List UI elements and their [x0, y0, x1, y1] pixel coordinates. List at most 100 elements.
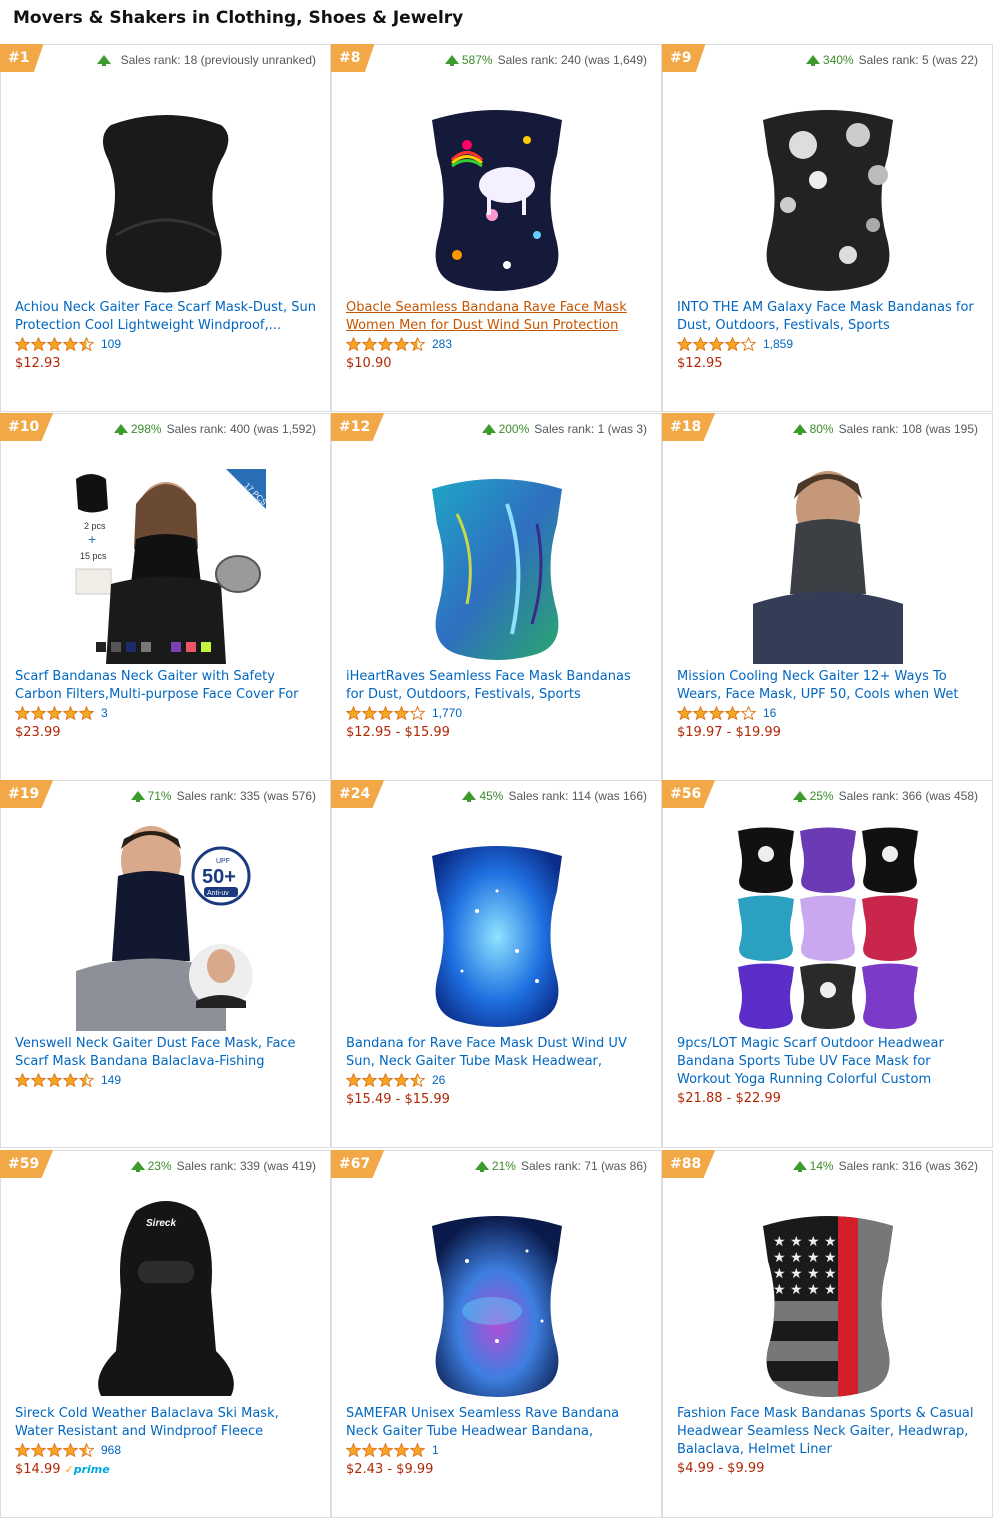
product-title-link[interactable]: 9pcs/LOT Magic Scarf Outdoor Headwear Ba… [677, 1035, 978, 1089]
star-icon [394, 706, 409, 720]
product-title-link[interactable]: Mission Cooling Neck Gaiter 12+ Ways To … [677, 668, 978, 704]
product-card[interactable]: #8 587% Sales rank: 240 (was 1,649) Obacle… [331, 44, 662, 412]
star-icon [47, 337, 62, 351]
product-title-link[interactable]: Achiou Neck Gaiter Face Scarf Mask-Dust,… [15, 299, 316, 335]
star-rating[interactable]: 1,859 [677, 337, 793, 351]
up-arrow-icon [444, 54, 459, 66]
product-image[interactable] [397, 85, 597, 295]
product-image[interactable] [66, 85, 266, 295]
star-rating[interactable]: 3 [15, 706, 108, 720]
star-icon [362, 1443, 377, 1457]
star-rating[interactable]: 16 [677, 706, 776, 720]
sales-rank-text: Sales rank: 240 (was 1,649) [497, 53, 647, 67]
product-image[interactable] [728, 85, 928, 295]
product-image[interactable]: ★ ★ ★ ★ ★ ★ ★ ★ ★ ★ ★ ★ ★ ★ ★ ★ [728, 1191, 928, 1401]
product-card[interactable]: #1 Sales rank: 18 (previously unranked) A… [0, 44, 331, 412]
review-count-link[interactable]: 968 [101, 1443, 121, 1457]
sales-rank-text: Sales rank: 114 (was 166) [508, 789, 647, 803]
sales-rank-info: 14% Sales rank: 316 (was 362) [792, 1159, 978, 1173]
product-card[interactable]: #67 21% Sales rank: 71 (was 86) SAMEFAR Un… [331, 1150, 662, 1518]
product-title-link[interactable]: Bandana for Rave Face Mask Dust Wind UV … [346, 1035, 647, 1071]
product-image[interactable] [728, 454, 928, 664]
star-rating[interactable]: 1 [346, 1443, 439, 1457]
sales-rank-info: 71% Sales rank: 335 (was 576) [130, 789, 316, 803]
star-rating[interactable]: 968 [15, 1443, 121, 1457]
review-count-link[interactable]: 149 [101, 1073, 121, 1087]
sales-rank-info: 80% Sales rank: 108 (was 195) [792, 422, 978, 436]
price: $21.88 - $22.99 [677, 1091, 781, 1106]
star-rating[interactable]: 109 [15, 337, 121, 351]
star-rating[interactable]: 283 [346, 337, 452, 351]
star-icon [677, 337, 692, 351]
star-icon [346, 1443, 361, 1457]
star-icon [378, 706, 393, 720]
star-icon [394, 1073, 409, 1087]
star-icon [741, 706, 756, 720]
price: $12.95 [677, 356, 723, 371]
review-count-link[interactable]: 16 [763, 706, 776, 720]
up-arrow-icon [792, 790, 807, 802]
review-count-link[interactable]: 26 [432, 1073, 445, 1087]
up-arrow-icon [792, 1160, 807, 1172]
price: $10.90 [346, 356, 392, 371]
product-card[interactable]: #19 71% Sales rank: 335 (was 576) UPF 50+ … [0, 780, 331, 1148]
product-title-link[interactable]: Venswell Neck Gaiter Dust Face Mask, Fac… [15, 1035, 316, 1071]
star-icon [362, 706, 377, 720]
product-card[interactable]: #9 340% Sales rank: 5 (was 22) INTO THE AM… [662, 44, 993, 412]
up-arrow-icon [462, 790, 477, 802]
star-rating[interactable]: 1,770 [346, 706, 462, 720]
up-arrow-icon [130, 1160, 145, 1172]
star-icon [79, 1443, 94, 1457]
star-icon [725, 706, 740, 720]
page-title: Movers & Shakers in Clothing, Shoes & Je… [13, 8, 464, 28]
product-image[interactable] [397, 454, 597, 664]
rank-change-percent: 71% [147, 789, 172, 803]
review-count-link[interactable]: 1,770 [432, 706, 462, 720]
star-icon [63, 337, 78, 351]
product-card[interactable]: #56 25% Sales rank: 366 (was 458) 9pcs/LOT … [662, 780, 993, 1148]
product-card[interactable]: #12 200% Sales rank: 1 (was 3) iHeartRaves… [331, 413, 662, 781]
product-image[interactable]: Sireck [66, 1191, 266, 1401]
product-card[interactable]: #10 298% Sales rank: 400 (was 1,592) 17 PC… [0, 413, 331, 781]
product-title-link[interactable]: INTO THE AM Galaxy Face Mask Bandanas fo… [677, 299, 978, 335]
up-arrow-icon [113, 423, 128, 435]
sales-rank-text: Sales rank: 18 (previously unranked) [120, 53, 316, 67]
sales-rank-info: 21% Sales rank: 71 (was 86) [474, 1159, 647, 1173]
price: $2.43 - $9.99 [346, 1462, 434, 1477]
product-card[interactable]: #24 45% Sales rank: 114 (was 166) Bandana … [331, 780, 662, 1148]
product-card[interactable]: #59 23% Sales rank: 339 (was 419) Sireck S… [0, 1150, 331, 1518]
product-image[interactable] [397, 1191, 597, 1401]
product-image[interactable]: UPF 50+ Anti-uv [66, 821, 266, 1031]
product-title-link[interactable]: Obacle Seamless Bandana Rave Face Mask W… [346, 299, 647, 335]
product-card[interactable]: #18 80% Sales rank: 108 (was 195) Mission … [662, 413, 993, 781]
star-rating[interactable]: 149 [15, 1073, 121, 1087]
product-title-link[interactable]: iHeartRaves Seamless Face Mask Bandanas … [346, 668, 647, 704]
product-image[interactable]: 17 PCS 2 pcs + 15 pcs [66, 454, 268, 664]
review-count-link[interactable]: 3 [101, 706, 108, 720]
svg-text:★: ★ [773, 1234, 786, 1250]
product-image[interactable] [728, 821, 928, 1031]
sales-rank-info: Sales rank: 18 (previously unranked) [96, 53, 316, 67]
review-count-link[interactable]: 283 [432, 337, 452, 351]
star-icon [47, 1443, 62, 1457]
product-title-link[interactable]: Sireck Cold Weather Balaclava Ski Mask, … [15, 1405, 316, 1441]
rank-change-percent: 587% [461, 53, 493, 67]
prime-badge: ✓prime [64, 1463, 110, 1476]
review-count-link[interactable]: 1 [432, 1443, 439, 1457]
star-rating[interactable]: 26 [346, 1073, 445, 1087]
svg-text:★: ★ [790, 1234, 803, 1250]
product-title-link[interactable]: Scarf Bandanas Neck Gaiter with Safety C… [15, 668, 316, 704]
rank-change-percent: 45% [479, 789, 504, 803]
svg-text:★: ★ [824, 1250, 837, 1266]
svg-text:UPF: UPF [216, 858, 230, 865]
review-count-link[interactable]: 109 [101, 337, 121, 351]
review-count-link[interactable]: 1,859 [763, 337, 793, 351]
rank-badge: #10 [0, 413, 54, 441]
star-icon [693, 337, 708, 351]
rank-change-percent: 80% [809, 422, 834, 436]
product-card[interactable]: #88 14% Sales rank: 316 (was 362) ★ ★ ★ ★ ★ ★ ★ ★… [662, 1150, 993, 1518]
product-title-link[interactable]: Fashion Face Mask Bandanas Sports & Casu… [677, 1405, 978, 1459]
product-image[interactable] [397, 821, 597, 1031]
rank-change-percent: 23% [147, 1159, 172, 1173]
product-title-link[interactable]: SAMEFAR Unisex Seamless Rave Bandana Nec… [346, 1405, 647, 1441]
